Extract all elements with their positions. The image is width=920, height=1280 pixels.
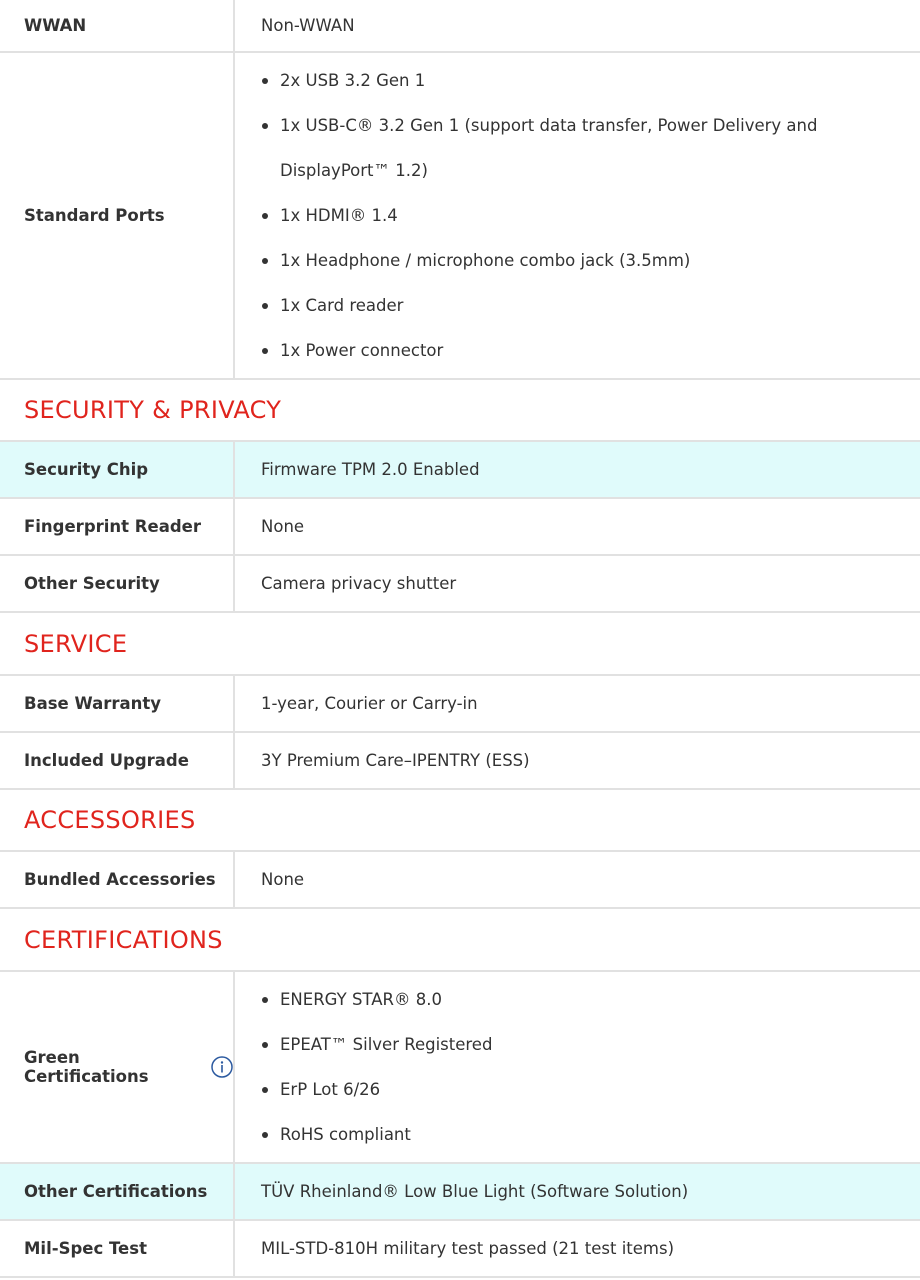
list-item: EPEAT™ Silver Registered <box>261 1022 492 1067</box>
list-item: 1x Power connector <box>261 328 817 373</box>
list-item: ErP Lot 6/26 <box>261 1067 492 1112</box>
spec-label: WWAN <box>0 0 235 51</box>
spec-row-green-certifications: Green Certifications ENERGY STAR® 8.0 EP… <box>0 972 920 1164</box>
list-item: 1x Card reader <box>261 283 817 328</box>
spec-value: Camera privacy shutter <box>261 574 457 593</box>
spec-row-fingerprint-reader: Fingerprint Reader None <box>0 499 920 556</box>
spec-row-mil-spec-test: Mil-Spec Test MIL-STD-810H military test… <box>0 1221 920 1278</box>
spec-value: Firmware TPM 2.0 Enabled <box>261 460 480 479</box>
spec-value: 1-year, Courier or Carry-in <box>261 694 478 713</box>
spec-row-included-upgrade: Included Upgrade 3Y Premium Care–IPENTRY… <box>0 733 920 790</box>
section-heading-accessories: ACCESSORIES <box>0 790 920 852</box>
spec-row-other-certifications: Other Certifications TÜV Rheinland® Low … <box>0 1164 920 1221</box>
section-heading-certifications: CERTIFICATIONS <box>0 909 920 972</box>
spec-label: Fingerprint Reader <box>0 499 235 554</box>
info-icon[interactable] <box>211 1056 233 1078</box>
spec-label: Other Security <box>0 556 235 611</box>
list-item: 2x USB 3.2 Gen 1 <box>261 58 817 103</box>
list-item-line: DisplayPort™ 1.2) <box>280 161 428 180</box>
list-item: 1x HDMI® 1.4 <box>261 193 817 238</box>
spec-label: Included Upgrade <box>0 733 235 788</box>
list-item: 1x USB-C® 3.2 Gen 1 (support data transf… <box>261 103 817 193</box>
spec-table: WWAN Non-WWAN Standard Ports 2x USB 3.2 … <box>0 0 920 1278</box>
spec-value: 2x USB 3.2 Gen 1 1x USB-C® 3.2 Gen 1 (su… <box>235 53 920 378</box>
spec-label: Mil-Spec Test <box>0 1221 235 1276</box>
spec-row-other-security: Other Security Camera privacy shutter <box>0 556 920 613</box>
list-item: ENERGY STAR® 8.0 <box>261 977 492 1022</box>
spec-label: Security Chip <box>0 442 235 497</box>
spec-row-bundled-accessories: Bundled Accessories None <box>0 852 920 909</box>
spec-row-security-chip: Security Chip Firmware TPM 2.0 Enabled <box>0 442 920 499</box>
spec-value: ENERGY STAR® 8.0 EPEAT™ Silver Registere… <box>235 972 920 1162</box>
spec-label: Green Certifications <box>0 972 235 1162</box>
spec-value: None <box>261 517 305 536</box>
spec-value: Non-WWAN <box>261 16 355 35</box>
list-item: 1x Headphone / microphone combo jack (3.… <box>261 238 817 283</box>
spec-row-wwan: WWAN Non-WWAN <box>0 0 920 53</box>
spec-label: Base Warranty <box>0 676 235 731</box>
spec-label: Standard Ports <box>0 53 235 378</box>
certifications-list: ENERGY STAR® 8.0 EPEAT™ Silver Registere… <box>261 977 492 1157</box>
ports-list: 2x USB 3.2 Gen 1 1x USB-C® 3.2 Gen 1 (su… <box>261 58 817 373</box>
spec-value: TÜV Rheinland® Low Blue Light (Software … <box>261 1182 689 1201</box>
spec-label-text: Green Certifications <box>24 1048 149 1086</box>
spec-label: Bundled Accessories <box>0 852 235 907</box>
spec-value: 3Y Premium Care–IPENTRY (ESS) <box>261 751 530 770</box>
section-heading-service: SERVICE <box>0 613 920 676</box>
list-item-line: 1x USB-C® 3.2 Gen 1 (support data transf… <box>280 116 818 135</box>
spec-row-base-warranty: Base Warranty 1-year, Courier or Carry-i… <box>0 676 920 733</box>
spec-value: None <box>261 870 305 889</box>
spec-row-standard-ports: Standard Ports 2x USB 3.2 Gen 1 1x USB-C… <box>0 53 920 380</box>
spec-label: Other Certifications <box>0 1164 235 1219</box>
list-item: RoHS compliant <box>261 1112 492 1157</box>
spec-value: MIL-STD-810H military test passed (21 te… <box>261 1239 675 1258</box>
section-heading-security: SECURITY & PRIVACY <box>0 380 920 442</box>
